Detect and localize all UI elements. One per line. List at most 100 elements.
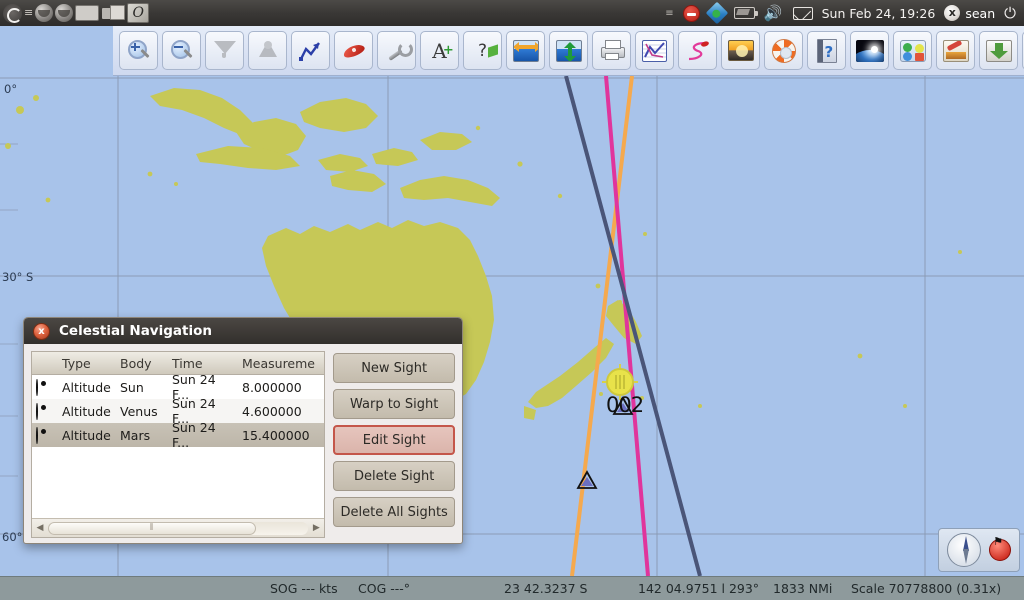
scale-label: Scale 70778800 (0.31x) bbox=[851, 581, 1002, 596]
zoom-in-icon bbox=[127, 39, 150, 62]
mob-button[interactable] bbox=[764, 31, 803, 70]
sog-label: SOG --- kts bbox=[270, 581, 338, 596]
tide-button[interactable] bbox=[549, 31, 588, 70]
panel-tray: ≡ 🔊 Sun Feb 24, 19:26 x sean ⏻ bbox=[665, 1, 1024, 25]
dialog-title-bar[interactable]: x Celestial Navigation bbox=[24, 318, 462, 344]
celestial-navigation-dialog[interactable]: x Celestial Navigation Type Body Time Me… bbox=[23, 317, 463, 544]
route-manager-icon bbox=[642, 39, 667, 62]
delete-sight-button[interactable]: Delete Sight bbox=[333, 461, 455, 491]
waypoint-label: 002 bbox=[606, 393, 644, 417]
help-button[interactable]: ? bbox=[807, 31, 846, 70]
current-icon bbox=[512, 39, 539, 62]
horizontal-scrollbar[interactable]: ◀ ⦀ ▶ bbox=[32, 518, 325, 537]
column-body[interactable]: Body bbox=[116, 356, 168, 371]
cell-type: Altitude bbox=[62, 379, 111, 395]
cell-time: Sun 24 F... bbox=[172, 420, 216, 450]
clock-label[interactable]: Sun Feb 24, 19:26 bbox=[822, 6, 936, 21]
dropbox-icon[interactable] bbox=[705, 1, 728, 25]
table-row[interactable]: Altitude Mars Sun 24 F... 15.400000 bbox=[32, 420, 325, 450]
sights-list-header: Type Body Time Measureme bbox=[32, 352, 325, 375]
new-sight-button[interactable]: New Sight bbox=[333, 353, 455, 383]
current-button[interactable] bbox=[506, 31, 545, 70]
eye-icon bbox=[36, 378, 38, 396]
text-icon: A + bbox=[432, 38, 454, 63]
sunset-button[interactable] bbox=[721, 31, 760, 70]
compass-gps-panel[interactable]: ⚑ bbox=[938, 528, 1020, 572]
panel-menu-icon[interactable]: ≡ bbox=[24, 7, 33, 18]
window-icon[interactable] bbox=[75, 5, 100, 21]
longitude-label: 142 04.9751 l 293° bbox=[638, 581, 760, 596]
query-icon: ? bbox=[478, 41, 498, 61]
close-icon[interactable]: x bbox=[33, 322, 50, 340]
chart-scale-button[interactable] bbox=[205, 31, 244, 70]
scroll-left-arrow-icon[interactable]: ◀ bbox=[35, 523, 45, 533]
scroll-right-arrow-icon[interactable]: ▶ bbox=[311, 523, 321, 533]
delete-all-sights-button[interactable]: Delete All Sights bbox=[333, 497, 455, 527]
browser-icon-2[interactable] bbox=[55, 4, 74, 22]
track-button[interactable] bbox=[291, 31, 330, 70]
visibility-toggle[interactable] bbox=[32, 426, 58, 444]
opencpn-toolbar: A + ? ? bbox=[113, 26, 1024, 76]
zoom-out-button[interactable] bbox=[162, 31, 201, 70]
follow-ship-button[interactable] bbox=[334, 31, 373, 70]
volume-icon[interactable]: 🔊 bbox=[764, 5, 784, 21]
user-menu[interactable]: x sean bbox=[944, 5, 995, 21]
column-type[interactable]: Type bbox=[58, 356, 116, 371]
edit-sight-button[interactable]: Edit Sight bbox=[333, 425, 455, 455]
daynight-icon bbox=[727, 40, 754, 61]
zoom-out-icon bbox=[170, 39, 193, 62]
dialog-title: Celestial Navigation bbox=[59, 323, 212, 339]
print-button[interactable] bbox=[592, 31, 631, 70]
compass-rose-icon bbox=[947, 533, 981, 567]
dashboard-button[interactable] bbox=[893, 31, 932, 70]
cell-type: Altitude bbox=[62, 427, 111, 443]
route-manager-button[interactable] bbox=[635, 31, 674, 70]
tide-icon bbox=[555, 39, 582, 62]
desktop-top-panel: ≡ O ≡ 🔊 Sun Feb 24, 19:26 x sean ⏻ bbox=[0, 0, 1024, 26]
help-book-icon: ? bbox=[816, 38, 837, 63]
dashboard-icon bbox=[899, 39, 926, 62]
opencpn-icon[interactable]: O bbox=[127, 3, 150, 23]
scrollbar-track[interactable]: ⦀ bbox=[48, 521, 309, 535]
query-button[interactable]: ? bbox=[463, 31, 502, 70]
celestial-navigation-button[interactable] bbox=[850, 31, 889, 70]
column-measurement[interactable]: Measureme bbox=[238, 356, 324, 371]
cell-body: Sun bbox=[120, 379, 144, 395]
scrollbar-thumb[interactable]: ⦀ bbox=[48, 521, 257, 535]
visibility-toggle[interactable] bbox=[32, 402, 58, 420]
browser-icon-1[interactable] bbox=[35, 4, 54, 22]
zoom-in-button[interactable] bbox=[119, 31, 158, 70]
settings-button[interactable] bbox=[377, 31, 416, 70]
tray-menu-icon[interactable]: ≡ bbox=[665, 8, 673, 18]
no-entry-icon[interactable] bbox=[682, 4, 700, 22]
mail-icon[interactable] bbox=[792, 6, 813, 20]
sights-list-rows[interactable]: Altitude Sun Sun 24 F... 8.000000 Altitu… bbox=[32, 375, 325, 518]
cog-label: COG ---° bbox=[358, 581, 411, 596]
weatherfax-button[interactable] bbox=[936, 31, 975, 70]
grib-download-button[interactable] bbox=[979, 31, 1018, 70]
status-bar: SOG --- kts COG ---° 23 42.3237 S 142 04… bbox=[0, 576, 1024, 600]
column-time[interactable]: Time bbox=[168, 356, 238, 371]
folders-icon[interactable] bbox=[101, 4, 126, 22]
battery-icon[interactable] bbox=[733, 7, 758, 19]
eye-icon bbox=[36, 402, 38, 420]
text-button[interactable]: A + bbox=[420, 31, 459, 70]
weatherfax-icon bbox=[942, 39, 969, 62]
latitude-label: 23 42.3237 S bbox=[504, 581, 588, 596]
power-icon[interactable]: ⏻ bbox=[1004, 5, 1016, 21]
create-route-button[interactable] bbox=[678, 31, 717, 70]
scale-down-icon bbox=[213, 40, 237, 62]
ubuntu-logo-icon[interactable] bbox=[3, 3, 22, 23]
create-route-icon bbox=[686, 40, 710, 62]
lat-label-0: 0° bbox=[4, 82, 18, 96]
sights-list-pane[interactable]: Type Body Time Measureme Altitude Sun Su… bbox=[31, 351, 326, 538]
chart-scale-out-button[interactable] bbox=[248, 31, 287, 70]
cell-measurement: 15.400000 bbox=[242, 427, 310, 443]
life-ring-icon bbox=[771, 38, 796, 63]
scale-up-icon bbox=[256, 40, 280, 62]
warp-to-sight-button[interactable]: Warp to Sight bbox=[333, 389, 455, 419]
panel-launchers: ≡ O bbox=[0, 3, 150, 23]
cell-type: Altitude bbox=[62, 403, 111, 419]
visibility-toggle[interactable] bbox=[32, 378, 58, 396]
ship-icon bbox=[342, 41, 366, 61]
